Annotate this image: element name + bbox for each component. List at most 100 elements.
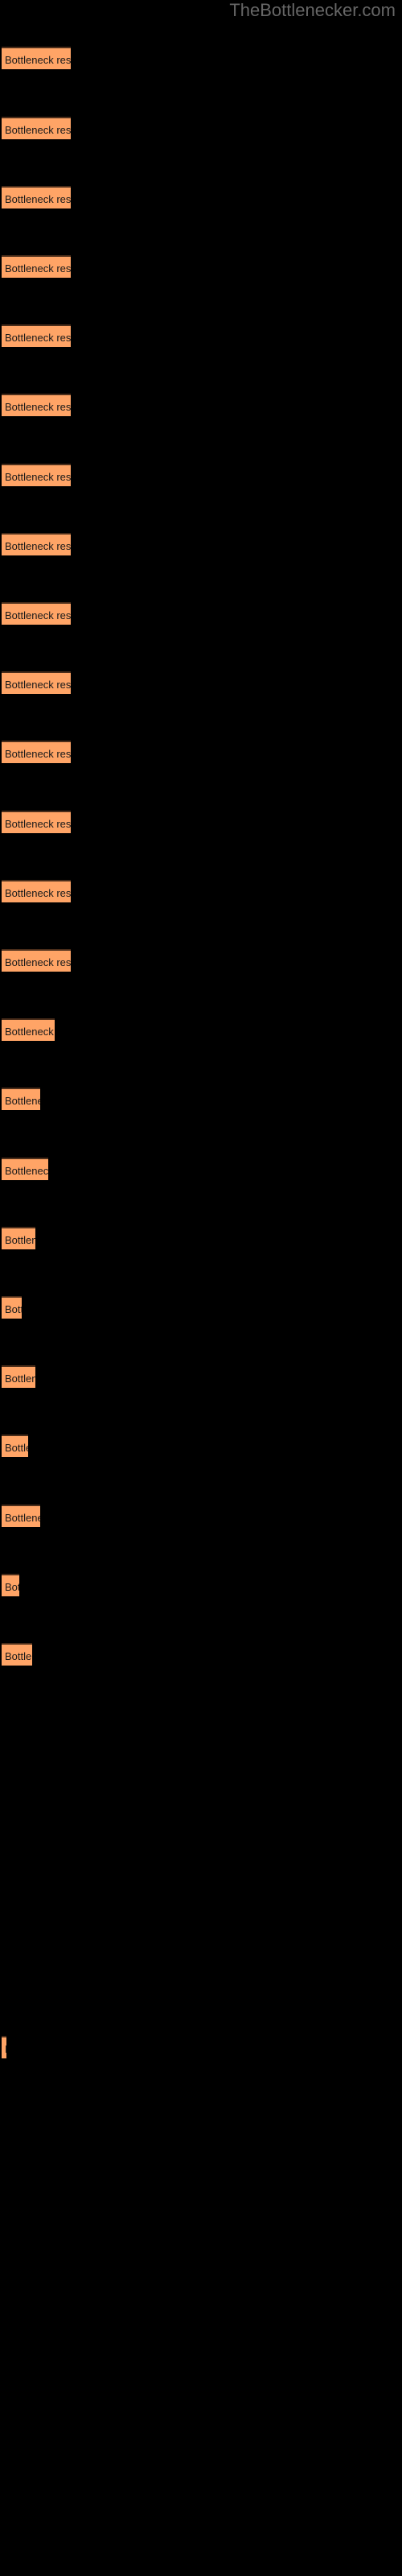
bar-row[interactable]: Bottleneck result [2,1435,28,1457]
bar[interactable]: Bottleneck result [2,464,71,486]
bar-row[interactable]: Bottleneck result [2,602,71,625]
bar-row[interactable]: Bottleneck result [2,324,71,347]
bar-label: Bottleneck result [5,1512,40,1524]
bar-label: Bottleneck result [5,1373,35,1385]
bar[interactable]: Bottleneck result [2,602,71,625]
bar-row[interactable]: Bottleneck result [2,1158,48,1180]
bottleneck-bar-chart: Bottleneck result Bottleneck result Bottle… [0,0,402,2576]
bar-label: Bottleneck result [5,748,71,760]
bar-label: Bottleneck result [5,2039,6,2058]
bar-label: Bottleneck result [5,471,71,483]
bar-row[interactable]: Bottleneck result [2,2036,6,2058]
bar-clip: Bottleneck result [2,602,71,625]
bar-label: Bottleneck result [5,332,71,344]
bar-clip: Bottleneck result [2,186,71,208]
bar-clip: Bottleneck result [2,533,71,555]
bar[interactable]: Bottleneck result [2,117,71,139]
bar[interactable]: Bottleneck result [2,949,71,972]
bar[interactable]: Bottleneck result [2,324,71,347]
bar-label: Bottleneck result [5,887,71,899]
bar-row[interactable]: Bottleneck result [2,949,71,972]
bar-clip: Bottleneck result [2,464,71,486]
bar-clip: Bottleneck result [2,671,71,694]
bar-clip: Bottleneck result [2,47,71,69]
bar[interactable]: Bottleneck result [2,671,71,694]
bar[interactable]: Bottleneck result [2,1365,35,1388]
bar-row[interactable]: Bottleneck result [2,741,71,763]
bar[interactable]: Bottleneck result [2,741,71,763]
bar[interactable]: Bottleneck result [2,47,71,69]
bar-clip: Bottleneck result [2,1435,28,1457]
bar[interactable]: Bottleneck result [2,1227,35,1249]
bar-clip: Bottleneck result [2,1643,32,1666]
bar-label: Bottleneck result [5,401,71,413]
bar-clip: Bottleneck result [2,1574,19,1596]
bar-clip: Bottleneck result [2,117,71,139]
bar[interactable]: Bottleneck result [2,1505,40,1527]
bar-clip: Bottleneck result [2,324,71,347]
bar[interactable]: Bottleneck result [2,1643,32,1666]
bar-row[interactable]: Bottleneck result [2,811,71,833]
bar-clip: Bottleneck result [2,880,71,902]
bar-row[interactable]: Bottleneck result [2,1365,35,1388]
site-watermark: TheBottlenecker.com [229,0,396,20]
bar-clip: Bottleneck result [2,1227,35,1249]
bar-clip: Bottleneck result [2,1158,48,1180]
bar[interactable]: Bottleneck result [2,811,71,833]
bar-row[interactable]: Bottleneck result [2,1643,32,1666]
bar[interactable]: Bottleneck result [2,533,71,555]
bar-label: Bottleneck result [5,1303,22,1315]
bar-row[interactable]: Bottleneck result [2,1018,55,1041]
bar-label: Bottleneck result [5,1234,35,1246]
bar-label: Bottleneck result [5,1650,32,1662]
bar-row[interactable]: Bottleneck result [2,1574,19,1596]
bar-row[interactable]: Bottleneck result [2,1296,22,1319]
bar-label: Bottleneck result [5,818,71,830]
bar-label: Bottleneck result [5,956,71,968]
bar[interactable]: Bottleneck result [2,1018,55,1041]
bar-label: Bottleneck result [5,1095,40,1107]
bar-label: Bottleneck result [5,1581,19,1593]
bar-series-layer: Bottleneck result Bottleneck result Bottle… [0,0,402,2576]
bar-row[interactable]: Bottleneck result [2,117,71,139]
bar-clip: Bottleneck result [2,394,71,416]
bar-label: Bottleneck result [5,1026,55,1038]
bar[interactable]: Bottleneck result [2,394,71,416]
bar[interactable]: Bottleneck result [2,186,71,208]
bar-row[interactable]: Bottleneck result [2,186,71,208]
bar-label: Bottleneck result [5,193,71,205]
bar-label: Bottleneck result [5,1442,28,1454]
bar-row[interactable]: Bottleneck result [2,47,71,69]
bar-clip: Bottleneck result [2,741,71,763]
bar[interactable]: Bottleneck result [2,255,71,278]
bar-label: Bottleneck result [5,54,71,66]
bar-clip: Bottleneck result [2,1088,40,1110]
bar-clip: Bottleneck result [2,255,71,278]
bar[interactable]: Bottleneck result [2,1296,22,1319]
bar[interactable]: Bottleneck result [2,1435,28,1457]
bar-row[interactable]: Bottleneck result [2,880,71,902]
bar-clip: Bottleneck result [2,2036,6,2058]
bar[interactable]: Bottleneck result [2,1158,48,1180]
bar-row[interactable]: Bottleneck result [2,671,71,694]
bar-row[interactable]: Bottleneck result [2,394,71,416]
bar-row[interactable]: Bottleneck result [2,1227,35,1249]
bar-row[interactable]: Bottleneck result [2,255,71,278]
bar-row[interactable]: Bottleneck result [2,464,71,486]
bar[interactable]: Bottleneck result [2,880,71,902]
bar-label: Bottleneck result [5,679,71,691]
bar[interactable]: Bottleneck result [2,1088,40,1110]
bar[interactable]: Bottleneck result [2,1574,19,1596]
bar-clip: Bottleneck result [2,949,71,972]
bar-row[interactable]: Bottleneck result [2,1088,40,1110]
bar-label: Bottleneck result [5,540,71,552]
bar-row[interactable]: Bottleneck result [2,1505,40,1527]
bar[interactable]: Bottleneck result [2,2036,6,2058]
bar-label: Bottleneck result [5,124,71,136]
bar-label: Bottleneck result [5,262,71,275]
bar-label: Bottleneck result [5,609,71,621]
bar-clip: Bottleneck result [2,811,71,833]
bar-row[interactable]: Bottleneck result [2,533,71,555]
bar-clip: Bottleneck result [2,1296,22,1319]
bar-clip: Bottleneck result [2,1365,35,1388]
